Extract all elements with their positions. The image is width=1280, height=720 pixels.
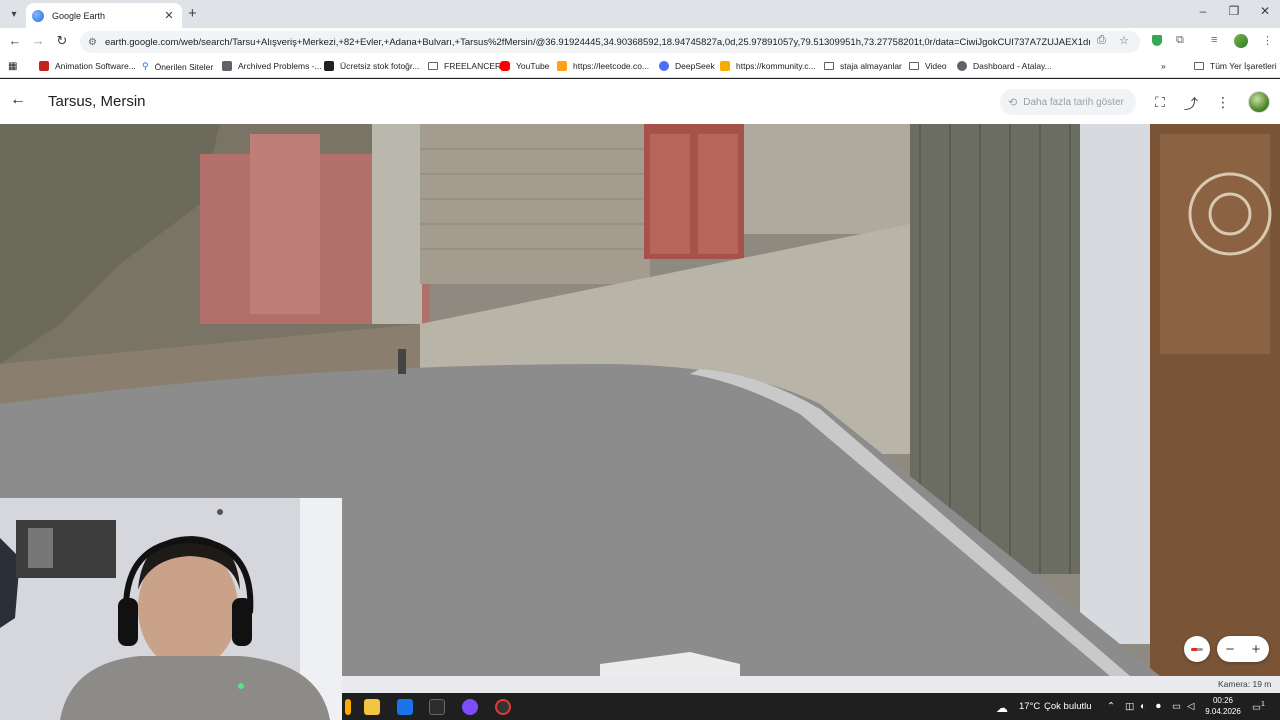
folder-icon — [1194, 62, 1204, 70]
network-icon[interactable]: ▭ — [1172, 701, 1181, 712]
tray-chevron-icon[interactable]: ⌃ — [1107, 701, 1115, 712]
discord-icon[interactable] — [462, 699, 478, 715]
bookmark-star-icon[interactable]: ☆ — [1119, 34, 1129, 47]
obs-icon[interactable] — [495, 699, 511, 715]
tray-app-icon[interactable]: ◫ — [1125, 701, 1134, 712]
folder-icon — [824, 62, 834, 70]
google-earth-favicon-icon — [32, 9, 44, 22]
window-close-icon[interactable]: ✕ — [1250, 4, 1280, 18]
history-icon: ⟲ — [1008, 96, 1018, 109]
weather-text[interactable]: Çok bulutlu — [1044, 701, 1092, 712]
bookmark-item[interactable]: ⚲ Önerilen Siteler — [142, 61, 213, 72]
folder-icon — [428, 62, 438, 70]
forward-icon[interactable]: → — [29, 33, 47, 48]
clock[interactable]: 00:26 9.04.2026 — [1200, 695, 1246, 717]
minimize-icon[interactable]: – — [1188, 4, 1218, 18]
weather-temp[interactable]: 17°C — [1019, 701, 1040, 712]
earth-status-bar — [342, 676, 1280, 693]
apps-grid-icon[interactable]: ▦ — [8, 61, 17, 72]
extensions-puzzle-icon[interactable]: ⧉ — [1176, 34, 1184, 47]
vscode-icon[interactable] — [397, 699, 413, 715]
new-tab-button[interactable]: + — [188, 5, 197, 22]
back-icon[interactable]: ← — [6, 33, 24, 48]
clock-time: 00:26 — [1212, 696, 1234, 705]
bookmark-item[interactable]: Ücretsiz stok fotoğr... — [324, 61, 419, 71]
url-text: earth.google.com/web/search/Tarsu+Alışve… — [104, 36, 1090, 48]
globe-icon — [957, 61, 967, 71]
bookmark-item[interactable]: FREELANCER — [428, 61, 501, 71]
restore-icon[interactable]: ❐ — [1219, 4, 1249, 18]
zoom-out-icon[interactable]: − — [1226, 641, 1235, 658]
zoom-control: − + — [1217, 636, 1269, 662]
notification-icon[interactable]: ▭1 — [1252, 701, 1265, 713]
search-icon: ⚲ — [142, 61, 149, 71]
compass-button[interactable] — [1184, 636, 1210, 662]
stock-icon — [324, 61, 334, 71]
browser-menu-icon[interactable]: ⋮ — [1262, 34, 1273, 47]
address-bar[interactable]: ⚙ earth.google.com/web/search/Tarsu+Alış… — [80, 31, 1140, 53]
more-options-icon[interactable]: ⋮ — [1214, 94, 1232, 111]
tab-search-dropdown-icon[interactable]: ▾ — [6, 6, 22, 22]
explorer-icon[interactable] — [345, 699, 351, 715]
webcam-image — [0, 498, 342, 720]
clock-date: 9.04.2026 — [1205, 707, 1241, 716]
bookmark-item[interactable]: Video — [909, 61, 947, 71]
leetcode-icon — [557, 61, 567, 71]
bookmark-item[interactable]: https://leetcode.co... — [557, 61, 649, 71]
folder-icon — [909, 62, 919, 70]
bookmark-item[interactable]: Archived Problems -... — [222, 61, 322, 71]
animation-icon — [39, 61, 49, 71]
bookmark-item[interactable]: YouTube — [500, 61, 549, 71]
extension-shield-icon[interactable] — [1152, 35, 1162, 46]
volume-icon[interactable]: ◁ — [1187, 701, 1194, 712]
pe-icon — [222, 61, 232, 71]
all-bookmarks-folder[interactable]: Tüm Yer İşaretleri — [1194, 61, 1277, 71]
youtube-icon — [500, 61, 510, 71]
profile-avatar[interactable] — [1234, 34, 1248, 48]
browser-tab[interactable]: Google Earth ✕ — [26, 3, 182, 28]
account-avatar[interactable] — [1248, 91, 1270, 113]
bookmark-item[interactable]: Animation Software... — [39, 61, 136, 71]
history-button[interactable]: ⟲ Daha fazla tarih göster — [1000, 89, 1136, 115]
bookmark-item[interactable]: Dashboard - Atalay... — [957, 61, 1052, 71]
bookmark-item[interactable]: DeepSeek — [659, 61, 715, 71]
tray-app-icon[interactable]: ◐ — [1140, 701, 1146, 712]
camera-altitude: Kamera: 19 m — [1218, 679, 1272, 689]
more-bookmarks-icon[interactable]: » — [1161, 61, 1166, 71]
share-icon[interactable]: ⤴ — [1182, 94, 1200, 114]
site-info-icon[interactable]: ⚙ — [88, 37, 97, 48]
store-icon[interactable] — [364, 699, 380, 715]
back-arrow-icon[interactable]: ← — [10, 91, 28, 109]
install-app-icon[interactable]: ⎙ — [1097, 34, 1106, 47]
bookmark-item[interactable]: https://kommunity.c... — [720, 61, 816, 71]
screen: ▾ Google Earth ✕ + – ❐ ✕ ← → ↻ ⚙ earth.g… — [0, 0, 1280, 720]
deepseek-icon — [659, 61, 669, 71]
reading-list-icon[interactable]: ≡ — [1211, 34, 1217, 46]
tab-title: Google Earth — [52, 10, 106, 21]
kommunity-icon — [720, 61, 730, 71]
adobe-icon[interactable] — [429, 699, 445, 715]
weather-icon[interactable]: ☁ — [996, 701, 1008, 715]
compass-needle-icon — [1191, 647, 1203, 651]
zoom-in-icon[interactable]: + — [1252, 641, 1261, 658]
tab-close-icon[interactable]: ✕ — [162, 9, 176, 22]
webcam-overlay — [0, 498, 342, 720]
microphone-icon[interactable]: ⏺ — [1156, 701, 1161, 712]
place-title: Tarsus, Mersin — [48, 93, 146, 110]
bookmark-item[interactable]: staja almayanlar — [824, 61, 902, 71]
reload-icon[interactable]: ↻ — [53, 33, 71, 49]
screenshot-capture-icon[interactable]: ⛶ — [1151, 94, 1169, 111]
